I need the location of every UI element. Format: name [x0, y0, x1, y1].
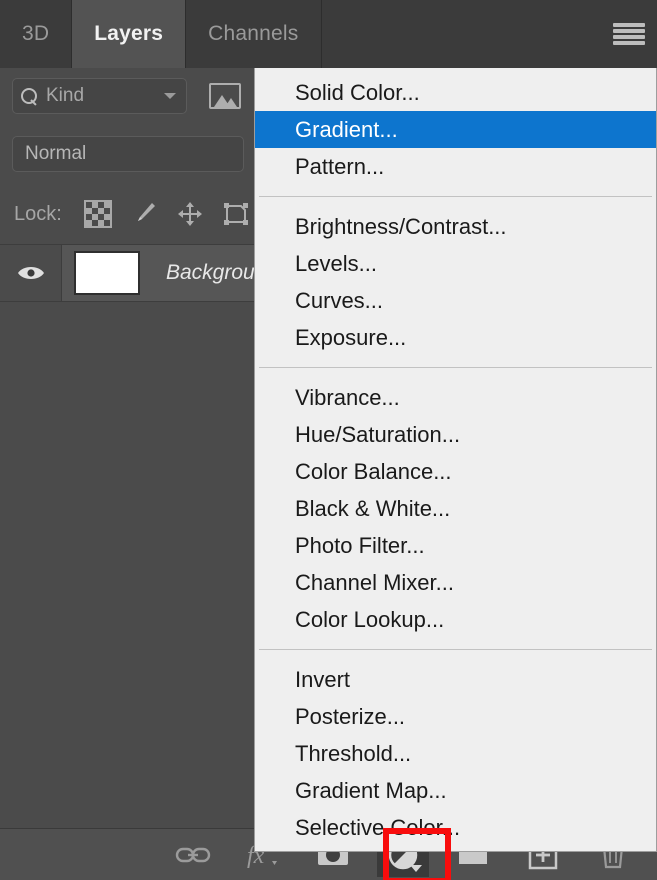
link-layers-button[interactable] [167, 833, 219, 877]
tab-channels[interactable]: Channels [186, 0, 322, 68]
hamburger-line [613, 23, 645, 27]
menu-item-color-balance[interactable]: Color Balance... [255, 453, 656, 490]
menu-separator [259, 367, 652, 368]
chain-link-icon [175, 847, 211, 862]
chevron-down-icon [164, 93, 176, 99]
filter-kind-label: Kind [46, 85, 85, 106]
filter-by-image-button[interactable] [209, 83, 241, 109]
tab-strip-filler [322, 0, 657, 68]
menu-item-posterize[interactable]: Posterize... [255, 698, 656, 735]
tab-3d-label: 3D [22, 22, 50, 45]
menu-item-gradient-map[interactable]: Gradient Map... [255, 772, 656, 809]
eye-icon [17, 267, 44, 279]
menu-item-curves[interactable]: Curves... [255, 282, 656, 319]
menu-item-threshold[interactable]: Threshold... [255, 735, 656, 772]
adjustment-dropdown-caret-icon [410, 864, 422, 872]
hamburger-line [613, 35, 645, 39]
menu-separator [259, 649, 652, 650]
lock-label: Lock: [14, 202, 62, 225]
blend-mode-dropdown[interactable]: Normal [12, 136, 244, 172]
tab-layers[interactable]: Layers [72, 0, 187, 68]
menu-item-exposure[interactable]: Exposure... [255, 319, 656, 356]
menu-item-gradient[interactable]: Gradient... [255, 111, 656, 148]
panel-tab-strip: 3D Layers Channels [0, 0, 657, 68]
menu-item-levels[interactable]: Levels... [255, 245, 656, 282]
menu-item-selective-color[interactable]: Selective Color... [255, 809, 656, 846]
menu-item-black-and-white[interactable]: Black & White... [255, 490, 656, 527]
menu-separator [259, 196, 652, 197]
menu-item-channel-mixer[interactable]: Channel Mixer... [255, 564, 656, 601]
blend-mode-value: Normal [25, 143, 87, 164]
hamburger-line [613, 41, 645, 45]
lock-transparent-pixels-icon[interactable] [83, 200, 112, 228]
layer-thumbnail[interactable] [74, 251, 140, 295]
tab-3d[interactable]: 3D [0, 0, 73, 68]
panel-menu-icon[interactable] [613, 21, 645, 47]
menu-item-color-lookup[interactable]: Color Lookup... [255, 601, 656, 638]
menu-item-solid-color[interactable]: Solid Color... [255, 74, 656, 111]
tab-layers-label: Layers [94, 22, 164, 45]
hamburger-line [613, 29, 645, 33]
lock-artboard-nesting-icon[interactable] [222, 200, 250, 228]
menu-item-invert[interactable]: Invert [255, 661, 656, 698]
adjustment-layer-menu[interactable]: Solid Color... Gradient... Pattern... Br… [254, 68, 657, 852]
menu-item-brightness-contrast[interactable]: Brightness/Contrast... [255, 208, 656, 245]
layer-visibility-toggle[interactable] [0, 245, 62, 301]
lock-image-pixels-icon[interactable] [130, 200, 158, 228]
menu-item-vibrance[interactable]: Vibrance... [255, 379, 656, 416]
lock-position-icon[interactable] [176, 200, 204, 228]
menu-item-pattern[interactable]: Pattern... [255, 148, 656, 185]
menu-item-photo-filter[interactable]: Photo Filter... [255, 527, 656, 564]
search-icon [21, 87, 38, 105]
tab-channels-label: Channels [208, 22, 299, 45]
menu-item-hue-saturation[interactable]: Hue/Saturation... [255, 416, 656, 453]
filter-kind-dropdown[interactable]: Kind [12, 78, 187, 114]
layers-panel: 3D Layers Channels Kind Normal Lock: Bac… [0, 0, 657, 880]
